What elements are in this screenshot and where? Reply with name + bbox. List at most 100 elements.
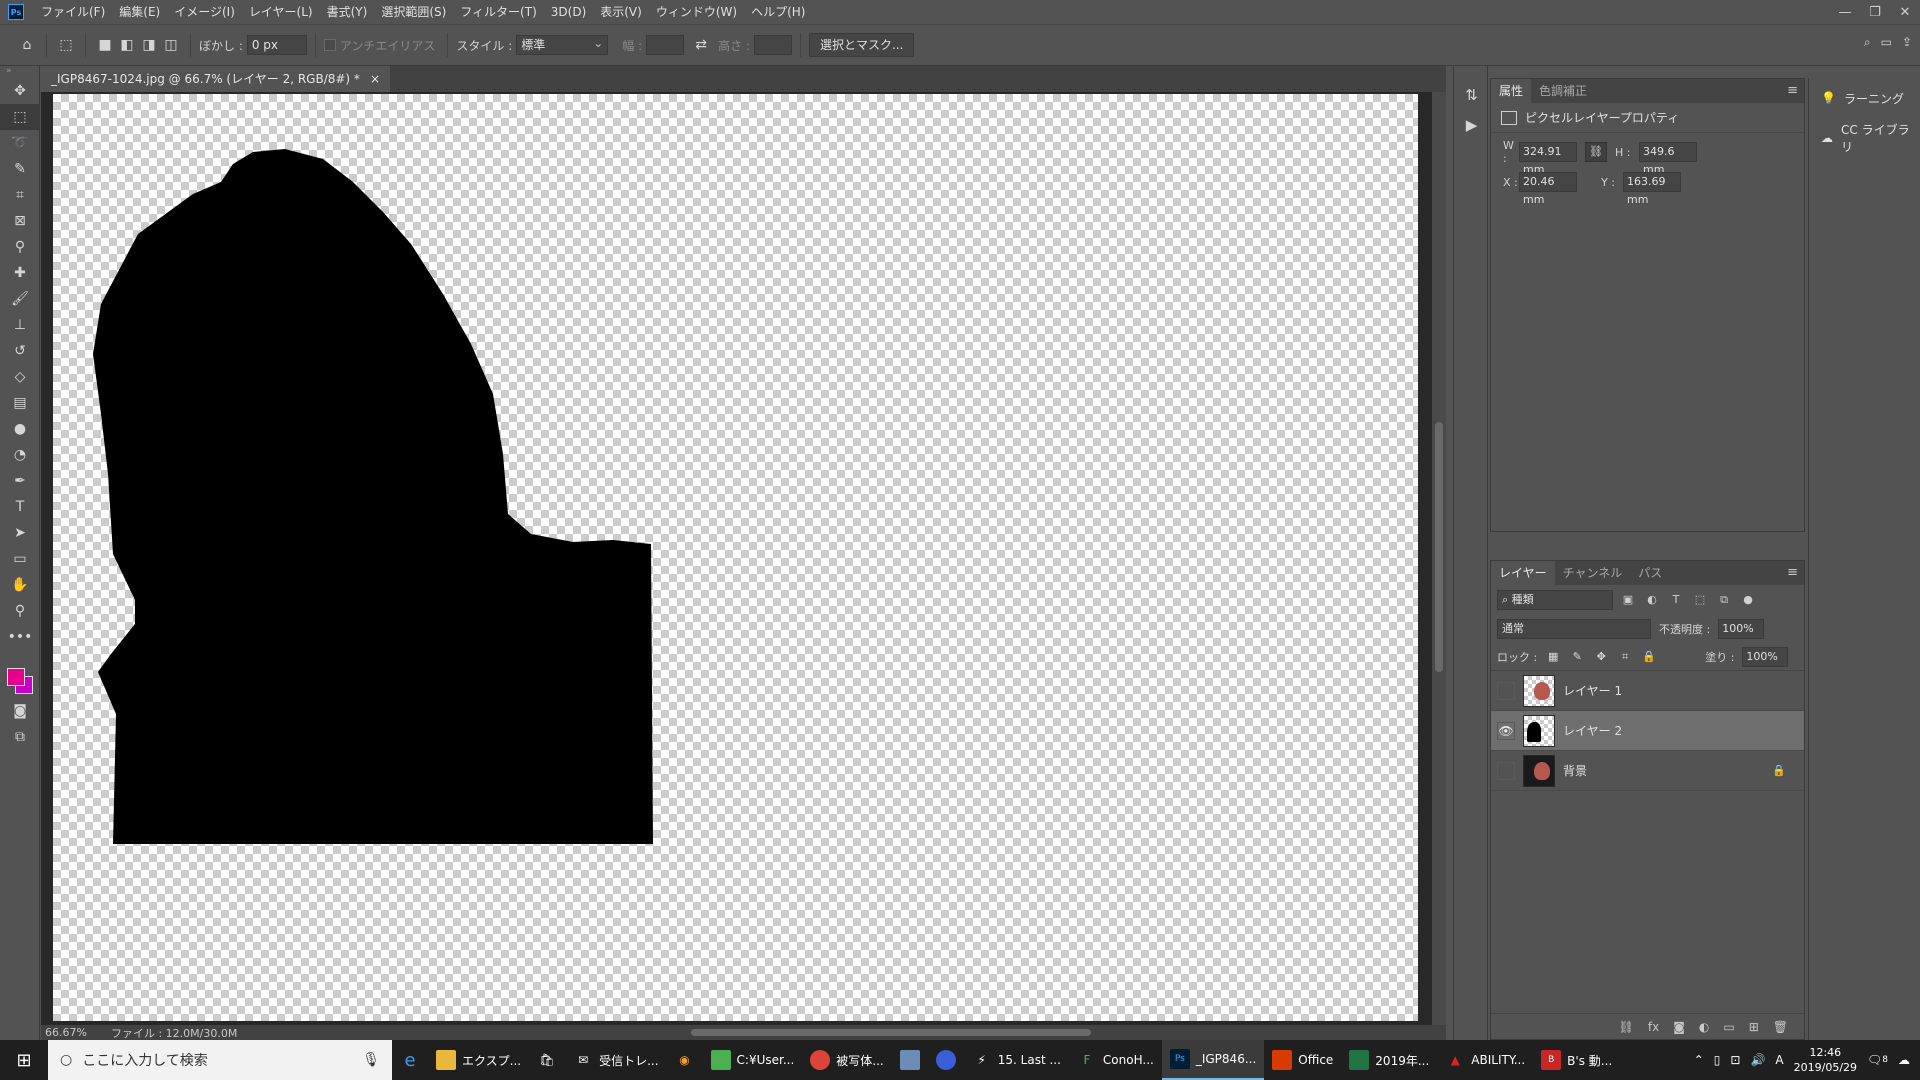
width-field[interactable]: 324.91 mm: [1519, 142, 1577, 176]
document-close-icon[interactable]: ×: [370, 66, 380, 92]
rect-marquee-tool-icon[interactable]: ⬚: [0, 104, 40, 130]
swap-icon[interactable]: ⇄: [690, 34, 712, 56]
adjustment-filter-icon[interactable]: ◐: [1643, 591, 1661, 609]
share-icon[interactable]: ⇪: [1902, 35, 1912, 50]
app-blue[interactable]: [928, 1040, 964, 1080]
marquee-preset-icon[interactable]: ⬚: [55, 34, 77, 56]
quick-mask-icon[interactable]: ◙: [0, 698, 40, 724]
panel-menu-icon[interactable]: ≡: [1787, 565, 1798, 580]
opacity-field[interactable]: 100%: [1718, 619, 1765, 639]
link-layers-icon[interactable]: ⛓: [1619, 1020, 1634, 1034]
path-select-tool-icon[interactable]: ➤: [0, 520, 40, 546]
width-input[interactable]: [646, 35, 685, 55]
lock-all-icon[interactable]: 🔒: [1641, 649, 1657, 665]
close-icon[interactable]: ✕: [1890, 0, 1920, 24]
pen-tool-icon[interactable]: ✒: [0, 468, 40, 494]
battery-icon[interactable]: ▯: [1714, 1053, 1721, 1067]
lock-position-icon[interactable]: ✥: [1593, 649, 1609, 665]
add-selection-icon[interactable]: ◧: [116, 34, 138, 56]
layer-row[interactable]: 👁 レイヤー 2: [1491, 711, 1804, 751]
store-app[interactable]: 🛍: [529, 1040, 565, 1080]
pixel-filter-icon[interactable]: ▣: [1619, 591, 1637, 609]
screen-mode-icon[interactable]: ⧉: [0, 724, 40, 750]
trash-icon[interactable]: 🗑: [1773, 1020, 1788, 1034]
file-size-info[interactable]: ファイル : 12.0M/30.0M: [111, 1025, 237, 1041]
music-app[interactable]: ⚡ 15. Last ...: [964, 1040, 1069, 1080]
explorer-app[interactable]: エクスプ...: [428, 1040, 529, 1080]
actions-play-icon[interactable]: ▶: [1454, 110, 1489, 140]
style-select[interactable]: 標準: [516, 34, 609, 55]
taskbar-search-box[interactable]: ○ ここに入力して検索 🎙: [48, 1040, 392, 1080]
mail-app[interactable]: ✉ 受信トレ...: [565, 1040, 666, 1080]
ability-app[interactable]: ▲ ABILITY...: [1437, 1040, 1533, 1080]
x-field[interactable]: 20.46 mm: [1519, 172, 1577, 206]
ime-indicator[interactable]: A: [1775, 1053, 1783, 1067]
document-tab[interactable]: _IGP8467-1024.jpg @ 66.7% (レイヤー 2, RGB/8…: [41, 66, 390, 92]
height-field[interactable]: 349.6 mm: [1639, 142, 1697, 176]
cmd-app[interactable]: C:¥User...: [703, 1040, 803, 1080]
menu-select[interactable]: 選択範囲(S): [374, 0, 453, 24]
home-icon[interactable]: ⌂: [16, 34, 38, 56]
learn-panel-button[interactable]: 💡 ラーニング: [1809, 78, 1920, 118]
antialias-checkbox[interactable]: [323, 39, 336, 51]
panel-grip-icon[interactable]: »: [0, 66, 39, 78]
horizontal-scroll-thumb[interactable]: [691, 1029, 1091, 1036]
eyedropper-tool-icon[interactable]: ⚲: [0, 234, 40, 260]
lock-image-icon[interactable]: ✎: [1569, 649, 1585, 665]
office-app[interactable]: Office: [1264, 1040, 1341, 1080]
foreground-color-swatch[interactable]: [7, 668, 25, 686]
zoom-level[interactable]: 66.67%: [45, 1026, 87, 1039]
new-layer-icon[interactable]: ⊞: [1749, 1020, 1759, 1034]
app-folder2[interactable]: [892, 1040, 928, 1080]
select-and-mask-button[interactable]: 選択とマスク...: [808, 33, 915, 57]
eye-icon[interactable]: 👁: [1497, 721, 1515, 740]
layer-row[interactable]: 背景 🔒: [1491, 751, 1804, 791]
height-input[interactable]: [753, 35, 792, 55]
lasso-tool-icon[interactable]: ➰: [0, 130, 40, 156]
fill-field[interactable]: 100%: [1742, 646, 1789, 667]
hand-tool-icon[interactable]: ✋: [0, 572, 40, 598]
more-tools-icon[interactable]: •••: [0, 624, 40, 650]
network-icon[interactable]: ⊡: [1730, 1053, 1740, 1067]
menu-type[interactable]: 書式(Y): [320, 0, 375, 24]
frame-tool-icon[interactable]: ⊠: [0, 208, 40, 234]
notification-icon[interactable]: 🗨: [1867, 1053, 1882, 1067]
fx-icon[interactable]: fx: [1648, 1020, 1659, 1034]
link-icon[interactable]: ⛓: [1585, 142, 1607, 162]
bs-app[interactable]: B B's 動...: [1533, 1040, 1620, 1080]
intersect-selection-icon[interactable]: ◫: [160, 34, 182, 56]
photoshop-app[interactable]: Ps _IGP846...: [1161, 1040, 1265, 1080]
show-hidden-icon[interactable]: ⌃: [1694, 1053, 1704, 1067]
vertical-scroll-thumb[interactable]: [1435, 422, 1443, 672]
visibility-toggle-empty[interactable]: [1497, 761, 1515, 780]
dodge-tool-icon[interactable]: ◔: [0, 442, 40, 468]
tab-adjustments[interactable]: 色調補正: [1531, 79, 1595, 103]
move-tool-icon[interactable]: ✥: [0, 78, 40, 104]
restore-icon[interactable]: ❐: [1860, 0, 1890, 24]
brush-tool-icon[interactable]: 🖌: [0, 286, 40, 312]
layer-row[interactable]: レイヤー 1: [1491, 671, 1804, 711]
visibility-toggle-empty[interactable]: [1497, 681, 1515, 700]
add-mask-icon[interactable]: ◙: [1673, 1020, 1685, 1034]
menu-3d[interactable]: 3D(D): [544, 0, 593, 24]
crop-tool-icon[interactable]: ⌗: [0, 182, 40, 208]
lock-artboard-icon[interactable]: ⌗: [1617, 649, 1633, 665]
menu-view[interactable]: 表示(V): [593, 0, 649, 24]
adjustment-layer-icon[interactable]: ◐: [1699, 1020, 1709, 1034]
feather-input[interactable]: 0 px: [246, 35, 307, 55]
blend-mode-select[interactable]: 通常: [1497, 619, 1651, 639]
menu-window[interactable]: ウィンドウ(W): [649, 0, 744, 24]
type-filter-icon[interactable]: T: [1667, 591, 1685, 609]
ftp-app[interactable]: F ConoH...: [1069, 1040, 1162, 1080]
canvas-area[interactable]: [41, 92, 1446, 1025]
y-field[interactable]: 163.69 mm: [1623, 172, 1681, 206]
panel-menu-icon[interactable]: ≡: [1787, 83, 1798, 98]
workspace-icon[interactable]: ▭: [1881, 35, 1892, 50]
subtract-selection-icon[interactable]: ◨: [138, 34, 160, 56]
menu-layer[interactable]: レイヤー(L): [242, 0, 320, 24]
blur-tool-icon[interactable]: ●: [0, 416, 40, 442]
stamp-tool-icon[interactable]: ⊥: [0, 312, 40, 338]
tab-paths[interactable]: パス: [1630, 561, 1670, 585]
eraser-tool-icon[interactable]: ◇: [0, 364, 40, 390]
zoom-tool-icon[interactable]: ⚲: [0, 598, 40, 624]
